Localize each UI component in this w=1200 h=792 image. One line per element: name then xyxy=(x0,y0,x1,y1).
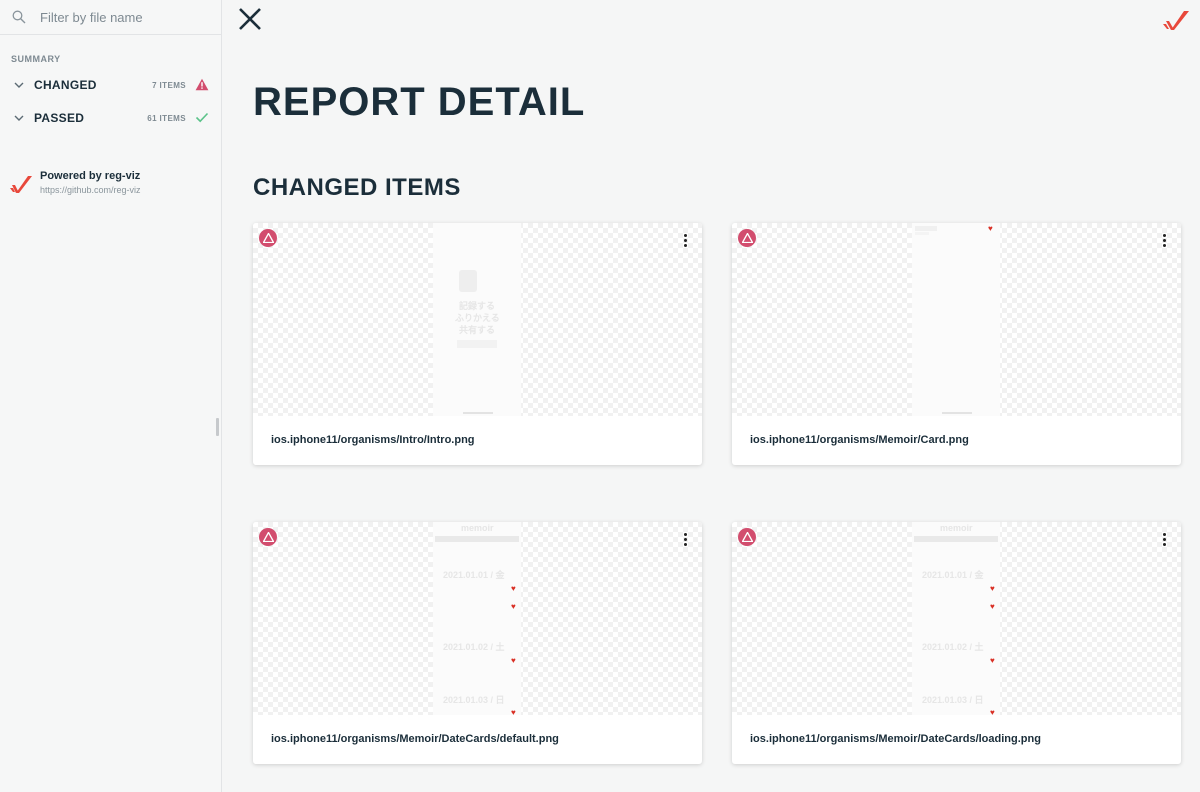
search-bar xyxy=(0,0,221,35)
changed-item-card[interactable]: ♥ ios.iphone11/organisms/Memoir/Card.png xyxy=(732,223,1181,465)
chevron-down-icon xyxy=(14,115,24,121)
summary-passed-count: 61 ITEMS xyxy=(147,113,186,123)
warning-icon xyxy=(741,233,753,243)
card-file-name: ios.iphone11/organisms/Memoir/DateCards/… xyxy=(750,733,1041,745)
warning-badge xyxy=(738,528,756,546)
warning-icon xyxy=(262,233,274,243)
check-icon xyxy=(195,112,209,123)
card-file-name: ios.iphone11/organisms/Memoir/Card.png xyxy=(750,434,969,446)
changed-item-card[interactable]: 記録する ふりかえる 共有する ios.iphone11/organisms/I… xyxy=(253,223,702,465)
search-icon xyxy=(12,10,26,24)
diff-thumbnail: memoir 2021.01.01 / 金 ♥ ♥ 2021.01.02 / 土… xyxy=(253,522,702,715)
reg-viz-logo[interactable] xyxy=(1163,10,1191,32)
screenshot-preview: memoir 2021.01.01 / 金 ♥ ♥ 2021.01.02 / 土… xyxy=(912,522,1000,715)
screenshot-preview: ♥ xyxy=(912,223,1000,416)
diff-thumbnail: memoir 2021.01.01 / 金 ♥ ♥ 2021.01.02 / 土… xyxy=(732,522,1181,715)
summary-changed-label: CHANGED xyxy=(34,78,97,92)
diff-thumbnail: 記録する ふりかえる 共有する xyxy=(253,223,702,416)
more-vert-icon[interactable] xyxy=(1159,234,1169,250)
summary-changed[interactable]: CHANGED 7 ITEMS xyxy=(0,74,222,96)
warning-badge xyxy=(259,229,277,247)
changed-item-card[interactable]: memoir 2021.01.01 / 金 ♥ ♥ 2021.01.02 / 土… xyxy=(732,522,1181,764)
powered-url[interactable]: https://github.com/reg-viz xyxy=(40,185,141,195)
screenshot-preview: 記録する ふりかえる 共有する xyxy=(433,223,521,416)
warning-badge xyxy=(738,229,756,247)
warning-icon xyxy=(262,532,274,542)
close-icon[interactable] xyxy=(236,5,264,33)
screenshot-preview: memoir 2021.01.01 / 金 ♥ ♥ 2021.01.02 / 土… xyxy=(433,522,521,715)
card-file-name: ios.iphone11/organisms/Memoir/DateCards/… xyxy=(271,733,559,745)
more-vert-icon[interactable] xyxy=(1159,533,1169,549)
summary-passed[interactable]: PASSED 61 ITEMS xyxy=(0,107,222,129)
warning-icon xyxy=(195,78,209,91)
summary-changed-count: 7 ITEMS xyxy=(152,80,186,90)
sidebar: SUMMARY CHANGED 7 ITEMS PASSED 61 ITEMS … xyxy=(0,0,222,792)
section-title: CHANGED ITEMS xyxy=(253,174,461,201)
reg-viz-logo xyxy=(10,176,32,193)
warning-icon xyxy=(741,532,753,542)
sidebar-resize-handle[interactable] xyxy=(216,418,219,436)
more-vert-icon[interactable] xyxy=(680,234,690,250)
more-vert-icon[interactable] xyxy=(680,533,690,549)
chevron-down-icon xyxy=(14,82,24,88)
card-file-name: ios.iphone11/organisms/Intro/Intro.png xyxy=(271,434,475,446)
powered-by[interactable]: Powered by reg-viz https://github.com/re… xyxy=(10,170,141,195)
summary-heading: SUMMARY xyxy=(11,54,61,64)
powered-title: Powered by reg-viz xyxy=(40,170,141,182)
warning-badge xyxy=(259,528,277,546)
summary-passed-label: PASSED xyxy=(34,111,85,125)
changed-item-card[interactable]: memoir 2021.01.01 / 金 ♥ ♥ 2021.01.02 / 土… xyxy=(253,522,702,764)
search-input[interactable] xyxy=(40,9,200,25)
diff-thumbnail: ♥ xyxy=(732,223,1181,416)
page-title: REPORT DETAIL xyxy=(253,80,586,124)
